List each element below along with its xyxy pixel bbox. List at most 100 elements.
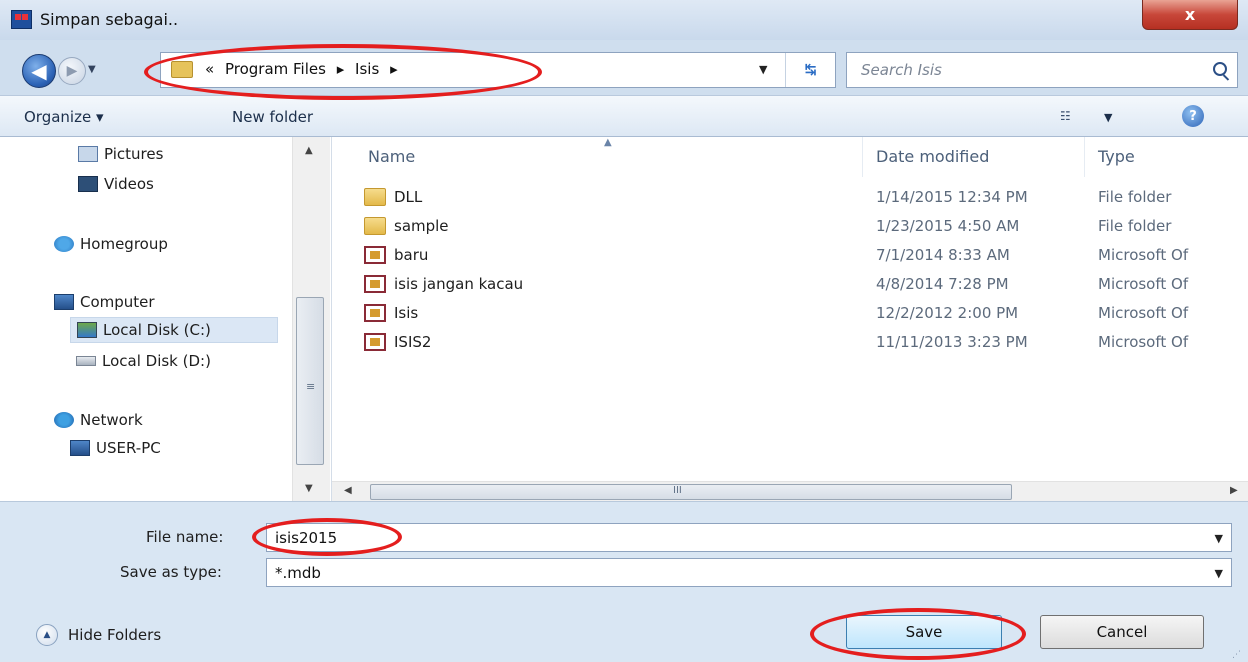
organize-button[interactable]: Organize ▾ bbox=[24, 108, 104, 126]
network-icon bbox=[54, 412, 74, 428]
scroll-right-icon[interactable]: ▶ bbox=[1230, 485, 1238, 496]
search-input[interactable]: Search Isis bbox=[861, 61, 942, 79]
file-name: isis jangan kacau bbox=[394, 275, 524, 293]
sort-ascending-icon: ▲ bbox=[604, 137, 612, 148]
window-title: Simpan sebagai.. bbox=[40, 10, 179, 29]
scroll-up-icon[interactable]: ▲ bbox=[305, 145, 313, 156]
search-box[interactable]: Search Isis bbox=[846, 52, 1238, 88]
resize-grip-icon[interactable]: ⋰ bbox=[1232, 650, 1241, 660]
access-file-icon bbox=[364, 304, 386, 322]
search-icon[interactable] bbox=[1213, 62, 1227, 76]
save-form: File name: isis2015 ▼ Save as type: *.md… bbox=[0, 501, 1248, 662]
nav-item-videos[interactable]: Videos bbox=[78, 171, 154, 197]
nav-item-computer[interactable]: Computer bbox=[54, 289, 155, 315]
file-type: File folder bbox=[1098, 217, 1172, 235]
file-name: Isis bbox=[394, 304, 419, 322]
nav-item-local-disk-c[interactable]: Local Disk (C:) bbox=[70, 317, 278, 343]
column-divider[interactable] bbox=[1084, 137, 1085, 177]
file-name: ISIS2 bbox=[394, 333, 432, 351]
column-header-name[interactable]: Name bbox=[368, 147, 415, 166]
file-name-field[interactable]: isis2015 ▼ bbox=[266, 523, 1232, 552]
file-row[interactable]: sample 1/23/2015 4:50 AM File folder bbox=[332, 213, 1248, 241]
save-type-label: Save as type: bbox=[120, 563, 222, 581]
annotation-ellipse-save bbox=[810, 608, 1026, 660]
nav-item-label: Network bbox=[80, 411, 143, 429]
access-file-icon bbox=[364, 246, 386, 264]
recent-pages-dropdown-icon[interactable]: ▼ bbox=[88, 64, 96, 75]
help-label: ? bbox=[1189, 108, 1197, 124]
refresh-icon: ↹ bbox=[804, 62, 817, 78]
file-date: 1/14/2015 12:34 PM bbox=[876, 188, 1028, 206]
nav-item-label: Computer bbox=[80, 293, 155, 311]
hide-folders-label: Hide Folders bbox=[68, 626, 162, 644]
chevron-up-icon: ▲ bbox=[36, 624, 58, 646]
file-name-label: File name: bbox=[146, 528, 224, 546]
forward-button[interactable]: ▶ bbox=[58, 57, 86, 85]
hscrollbar-thumb[interactable]: III bbox=[370, 484, 1012, 500]
videos-icon bbox=[78, 176, 98, 192]
grip-icon: ≡ bbox=[306, 380, 316, 393]
file-type: Microsoft Of bbox=[1098, 304, 1189, 322]
file-date: 11/11/2013 3:23 PM bbox=[876, 333, 1028, 351]
file-type: Microsoft Of bbox=[1098, 333, 1189, 351]
new-folder-button[interactable]: New folder bbox=[232, 108, 313, 126]
column-header-type[interactable]: Type bbox=[1098, 147, 1135, 166]
file-list-hscrollbar[interactable]: ◀ III ▶ bbox=[332, 481, 1248, 501]
file-date: 7/1/2014 8:33 AM bbox=[876, 246, 1010, 264]
close-icon: x bbox=[1184, 5, 1196, 24]
hide-folders-button[interactable]: ▲ Hide Folders bbox=[36, 624, 161, 646]
nav-item-user-pc[interactable]: USER-PC bbox=[70, 435, 161, 461]
scroll-left-icon[interactable]: ◀ bbox=[344, 485, 352, 496]
column-divider[interactable] bbox=[862, 137, 863, 177]
file-row[interactable]: DLL 1/14/2015 12:34 PM File folder bbox=[332, 184, 1248, 212]
nav-item-local-disk-d[interactable]: Local Disk (D:) bbox=[76, 348, 211, 374]
scrollbar-thumb[interactable]: ≡ bbox=[296, 297, 324, 465]
save-type-select[interactable]: *.mdb ▼ bbox=[266, 558, 1232, 587]
close-button[interactable]: x bbox=[1142, 0, 1238, 30]
refresh-button[interactable]: ↹ bbox=[785, 53, 835, 87]
file-type: Microsoft Of bbox=[1098, 246, 1189, 264]
back-arrow-icon: ◀ bbox=[31, 59, 47, 83]
file-row[interactable]: ISIS2 11/11/2013 3:23 PM Microsoft Of bbox=[332, 329, 1248, 357]
file-name-dropdown-icon[interactable]: ▼ bbox=[1215, 532, 1223, 545]
cancel-button[interactable]: Cancel bbox=[1040, 615, 1204, 649]
homegroup-icon bbox=[54, 236, 74, 252]
disk-c-icon bbox=[77, 322, 97, 338]
file-name: baru bbox=[394, 246, 429, 264]
nav-item-pictures[interactable]: Pictures bbox=[78, 141, 163, 167]
save-type-dropdown-icon[interactable]: ▼ bbox=[1215, 567, 1223, 580]
change-view-icon[interactable]: ☷ bbox=[1060, 109, 1072, 123]
nav-item-label: Homegroup bbox=[80, 235, 168, 253]
folder-icon bbox=[364, 188, 386, 206]
column-header-date-modified[interactable]: Date modified bbox=[876, 147, 989, 166]
nav-pane-scrollbar[interactable]: ▲ ≡ ▼ bbox=[292, 137, 330, 501]
address-dropdown-icon[interactable]: ▼ bbox=[759, 63, 767, 76]
view-dropdown-icon[interactable]: ▼ bbox=[1104, 111, 1112, 124]
command-toolbar: Organize ▾ New folder ☷ ▼ ? bbox=[0, 95, 1248, 137]
pictures-icon bbox=[78, 146, 98, 162]
save-as-dialog: Simpan sebagai.. x ◀ ▶ ▼ « Program Files… bbox=[0, 0, 1248, 662]
file-row[interactable]: Isis 12/2/2012 2:00 PM Microsoft Of bbox=[332, 300, 1248, 328]
disk-icon bbox=[76, 356, 96, 366]
nav-item-label: Pictures bbox=[104, 145, 164, 163]
annotation-ellipse-address bbox=[144, 44, 542, 100]
navigation-pane: Pictures Videos Homegroup Computer Local… bbox=[0, 137, 332, 501]
back-button[interactable]: ◀ bbox=[22, 54, 56, 88]
nav-item-label: Local Disk (D:) bbox=[102, 352, 211, 370]
file-date: 12/2/2012 2:00 PM bbox=[876, 304, 1019, 322]
nav-item-homegroup[interactable]: Homegroup bbox=[54, 231, 168, 257]
nav-item-network[interactable]: Network bbox=[54, 407, 143, 433]
grip-icon: III bbox=[673, 485, 682, 496]
file-type: File folder bbox=[1098, 188, 1172, 206]
file-row[interactable]: baru 7/1/2014 8:33 AM Microsoft Of bbox=[332, 242, 1248, 270]
file-row[interactable]: isis jangan kacau 4/8/2014 7:28 PM Micro… bbox=[332, 271, 1248, 299]
help-icon[interactable]: ? bbox=[1182, 105, 1204, 127]
nav-item-label: Videos bbox=[104, 175, 154, 193]
file-date: 1/23/2015 4:50 AM bbox=[876, 217, 1020, 235]
nav-item-label: USER-PC bbox=[96, 439, 161, 457]
file-list: Name ▲ Date modified Type DLL 1/14/2015 … bbox=[332, 137, 1248, 501]
scroll-down-icon[interactable]: ▼ bbox=[305, 483, 313, 494]
annotation-ellipse-filename bbox=[252, 518, 402, 556]
computer-icon bbox=[54, 294, 74, 310]
save-type-value: *.mdb bbox=[275, 564, 321, 582]
